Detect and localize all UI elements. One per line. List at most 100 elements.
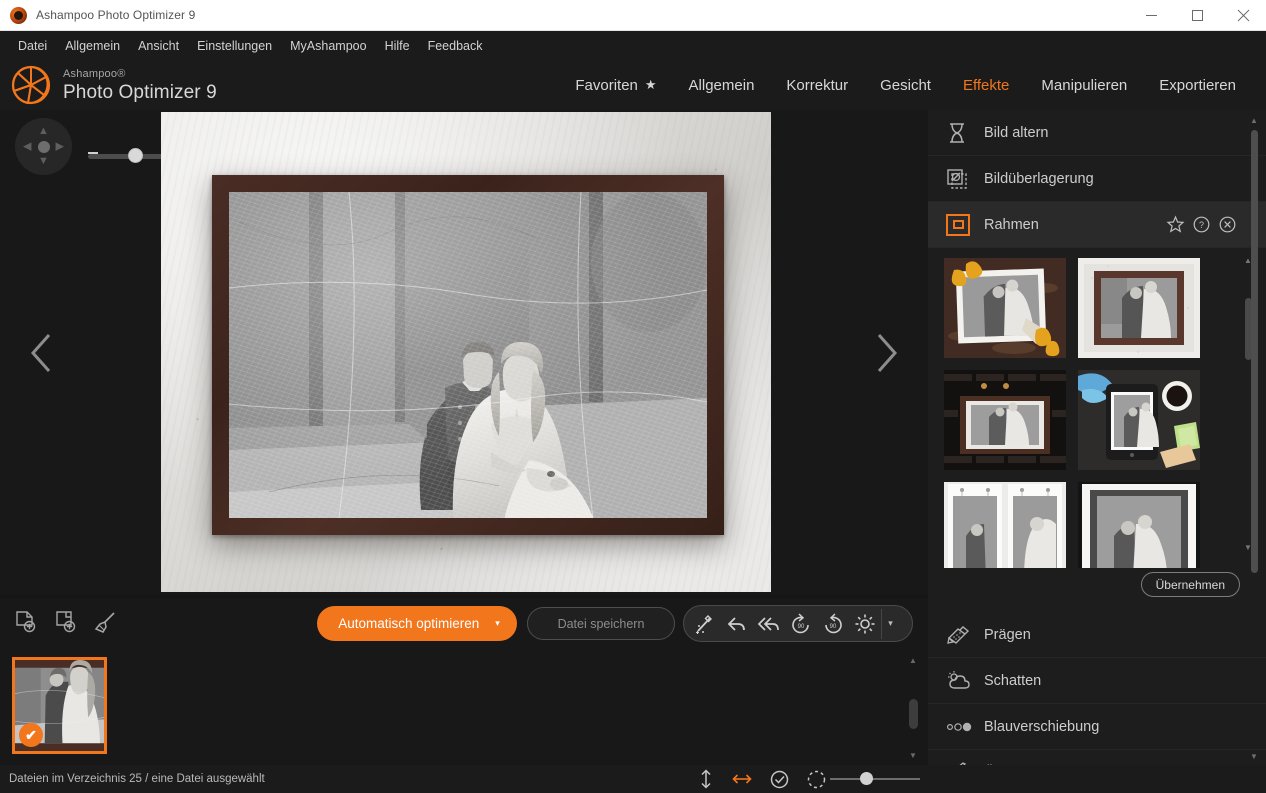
effects-panel: Bild altern Bildüberlagerung Rahmen xyxy=(928,110,1266,765)
framed-photo xyxy=(212,175,724,535)
zoom-out-icon[interactable] xyxy=(88,152,98,154)
maximize-button[interactable] xyxy=(1174,0,1220,31)
tab-allgemein[interactable]: Allgemein xyxy=(673,70,771,101)
undo-all-button[interactable] xyxy=(753,609,785,639)
tab-favoriten-label: Favoriten xyxy=(575,77,638,94)
save-file-button[interactable]: Datei speichern xyxy=(527,607,675,640)
main-navigation: Favoriten ★ Allgemein Korrektur Gesicht … xyxy=(559,70,1266,101)
effect-row-blauverschiebung[interactable]: Blauverschiebung xyxy=(928,704,1266,750)
effects-panel-scrollbar[interactable]: ▲ ▼ xyxy=(1248,116,1260,761)
frame-preset-white-mat[interactable] xyxy=(1078,258,1200,358)
menu-einstellungen[interactable]: Einstellungen xyxy=(188,35,281,57)
frame-preset-row xyxy=(944,258,1254,358)
auto-optimize-label: Automatisch optimieren xyxy=(338,616,479,631)
effect-label: Prägen xyxy=(984,627,1031,643)
frame-preset-double-panel[interactable] xyxy=(944,482,1066,582)
tab-exportieren[interactable]: Exportieren xyxy=(1143,70,1252,101)
menu-allgemein[interactable]: Allgemein xyxy=(56,35,129,57)
menu-datei[interactable]: Datei xyxy=(9,35,56,57)
pan-left-icon[interactable]: ◀ xyxy=(23,141,31,152)
effect-row-actions: ? xyxy=(1167,216,1236,233)
pan-pad-control[interactable]: ▲ ▼ ◀ ▶ xyxy=(15,118,72,175)
check-circle-icon[interactable] xyxy=(770,770,789,789)
frame-preset-grid: ▲ ▼ xyxy=(928,248,1266,568)
brand-text: Ashampoo® Photo Optimizer 9 xyxy=(63,69,217,102)
filmstrip-scrollbar[interactable]: ▲ ▼ xyxy=(906,656,920,760)
panel-scroll-down[interactable]: ▼ xyxy=(1248,752,1260,761)
file-tools-group xyxy=(8,605,122,639)
zoom-slider-handle[interactable] xyxy=(128,148,143,163)
tab-manipulieren[interactable]: Manipulieren xyxy=(1025,70,1143,101)
effect-row-olgemalde[interactable]: Ölgemälde xyxy=(928,750,1266,765)
chevron-left-icon xyxy=(29,332,55,374)
minimize-button[interactable] xyxy=(1128,0,1174,31)
statusbar-zoom-slider[interactable] xyxy=(830,772,920,786)
menu-hilfe[interactable]: Hilfe xyxy=(376,35,419,57)
cloud-sun-icon xyxy=(946,670,976,692)
effect-row-pragen[interactable]: Prägen xyxy=(928,612,1266,658)
image-canvas-area: ▲ ▼ ◀ ▶ + xyxy=(0,110,928,595)
previous-image-button[interactable] xyxy=(20,323,64,383)
rotate-left-button[interactable]: 90 xyxy=(785,609,817,639)
panel-scroll-up[interactable]: ▲ xyxy=(1248,116,1260,125)
frame-preset-white-border[interactable] xyxy=(1078,482,1200,582)
effect-row-schatten[interactable]: Schatten xyxy=(928,658,1266,704)
filmstrip-scroll-down[interactable]: ▼ xyxy=(906,751,920,760)
aperture-icon xyxy=(10,64,52,106)
close-circle-icon[interactable] xyxy=(1219,216,1236,233)
settings-button[interactable] xyxy=(849,609,881,639)
dashed-circle-icon[interactable] xyxy=(807,770,826,789)
help-circle-icon[interactable]: ? xyxy=(1193,216,1210,233)
undo-button[interactable] xyxy=(721,609,753,639)
frame-preset-autumn-leaves[interactable] xyxy=(944,258,1066,358)
image-stage[interactable] xyxy=(161,112,771,592)
add-folder-button[interactable] xyxy=(48,605,82,639)
rotate-left-90-icon: 90 xyxy=(790,613,812,635)
favorite-star-icon[interactable] xyxy=(1167,216,1184,233)
pan-down-icon[interactable]: ▼ xyxy=(38,156,49,167)
menu-ansicht[interactable]: Ansicht xyxy=(129,35,188,57)
pan-center-dot[interactable] xyxy=(38,141,50,153)
menu-feedback[interactable]: Feedback xyxy=(419,35,492,57)
pan-up-icon[interactable]: ▲ xyxy=(38,126,49,137)
tab-gesicht[interactable]: Gesicht xyxy=(864,70,947,101)
pan-right-icon[interactable]: ▶ xyxy=(56,141,64,152)
add-file-button[interactable] xyxy=(8,605,42,639)
filmstrip-scroll-thumb[interactable] xyxy=(909,699,918,729)
frame-preset-brick-wall[interactable] xyxy=(944,370,1066,470)
tab-favoriten[interactable]: Favoriten ★ xyxy=(559,70,672,101)
brand-superline: Ashampoo® xyxy=(63,69,217,80)
rotate-right-button[interactable]: 90 xyxy=(817,609,849,639)
close-icon xyxy=(1238,10,1249,21)
frame-preset-tablet-desk[interactable] xyxy=(1078,370,1200,470)
effect-row-bilduberlagerung[interactable]: Bildüberlagerung xyxy=(928,156,1266,202)
window-titlebar: Ashampoo Photo Optimizer 9 xyxy=(0,0,1266,31)
effect-label: Rahmen xyxy=(984,217,1039,233)
close-button[interactable] xyxy=(1220,0,1266,31)
brand-block: Ashampoo® Photo Optimizer 9 xyxy=(0,64,217,106)
auto-optimize-caret[interactable]: ▾ xyxy=(495,618,500,629)
panel-scroll-thumb[interactable] xyxy=(1251,130,1258,573)
next-image-button[interactable] xyxy=(864,323,908,383)
stamp-icon xyxy=(946,624,976,646)
filmstrip-scroll-up[interactable]: ▲ xyxy=(906,656,920,665)
clear-list-button[interactable] xyxy=(88,605,122,639)
tab-korrektur[interactable]: Korrektur xyxy=(770,70,864,101)
menu-myashampoo[interactable]: MyAshampoo xyxy=(281,35,375,57)
auto-optimize-button[interactable]: Automatisch optimieren ▾ xyxy=(317,606,517,641)
application-window: Ashampoo Photo Optimizer 9 Datei Allgeme… xyxy=(0,0,1266,793)
statusbar-slider-handle[interactable] xyxy=(860,772,873,785)
effect-label: Ölgemälde xyxy=(984,765,1054,766)
edit-tools-caret[interactable]: ▾ xyxy=(881,609,899,639)
magic-wand-icon xyxy=(694,613,716,635)
tab-effekte[interactable]: Effekte xyxy=(947,70,1025,101)
apply-button[interactable]: Übernehmen xyxy=(1141,572,1240,597)
filmstrip-thumbnail[interactable]: ✔ xyxy=(12,657,107,754)
effect-row-bild-altern[interactable]: Bild altern xyxy=(928,110,1266,156)
effect-row-rahmen[interactable]: Rahmen ? xyxy=(928,202,1266,248)
magic-wand-button[interactable] xyxy=(689,609,721,639)
horizontal-flip-icon[interactable] xyxy=(732,771,752,787)
ashampoo-logo-icon xyxy=(10,7,27,24)
vertical-flip-icon[interactable] xyxy=(698,769,714,789)
photo-content xyxy=(229,192,707,518)
